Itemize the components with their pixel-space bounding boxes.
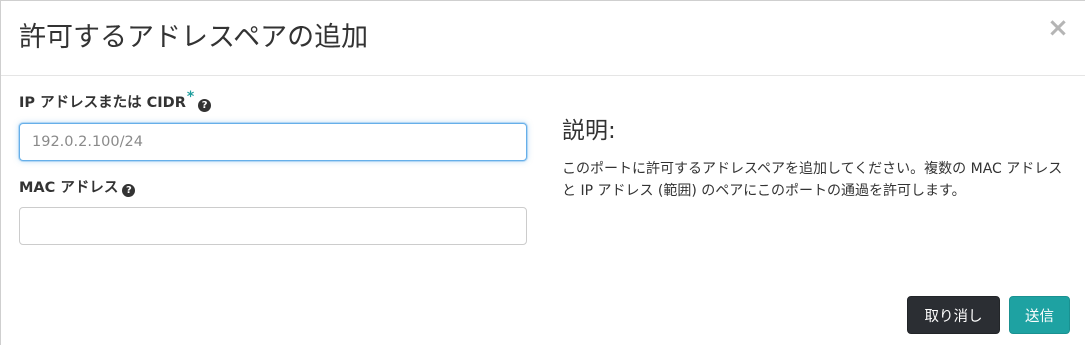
mac-address-input[interactable]	[19, 207, 527, 245]
ip-address-label-text: IP アドレスまたは CIDR	[19, 95, 186, 111]
help-icon[interactable]: ?	[198, 99, 212, 112]
help-icon[interactable]: ?	[122, 184, 136, 197]
close-icon[interactable]: ×	[1047, 13, 1069, 43]
mac-address-label: MAC アドレス?	[19, 178, 136, 198]
description-title: 説明:	[562, 118, 616, 144]
dialog-header: 許可するアドレスペアの追加 ×	[1, 1, 1085, 76]
description-text: このポートに許可するアドレスペアを追加してください。複数の MAC アドレスと …	[562, 161, 1063, 199]
required-marker: *	[186, 89, 195, 106]
cancel-button[interactable]: 取り消し	[907, 296, 1000, 334]
add-address-pair-dialog: 許可するアドレスペアの追加 × IP アドレスまたは CIDR*? MAC アド…	[0, 0, 1085, 345]
dialog-title: 許可するアドレスペアの追加	[19, 22, 369, 53]
submit-button[interactable]: 送信	[1009, 296, 1070, 334]
ip-address-input[interactable]	[19, 123, 527, 161]
ip-address-label: IP アドレスまたは CIDR*?	[19, 90, 212, 113]
mac-address-label-text: MAC アドレス	[19, 180, 119, 196]
